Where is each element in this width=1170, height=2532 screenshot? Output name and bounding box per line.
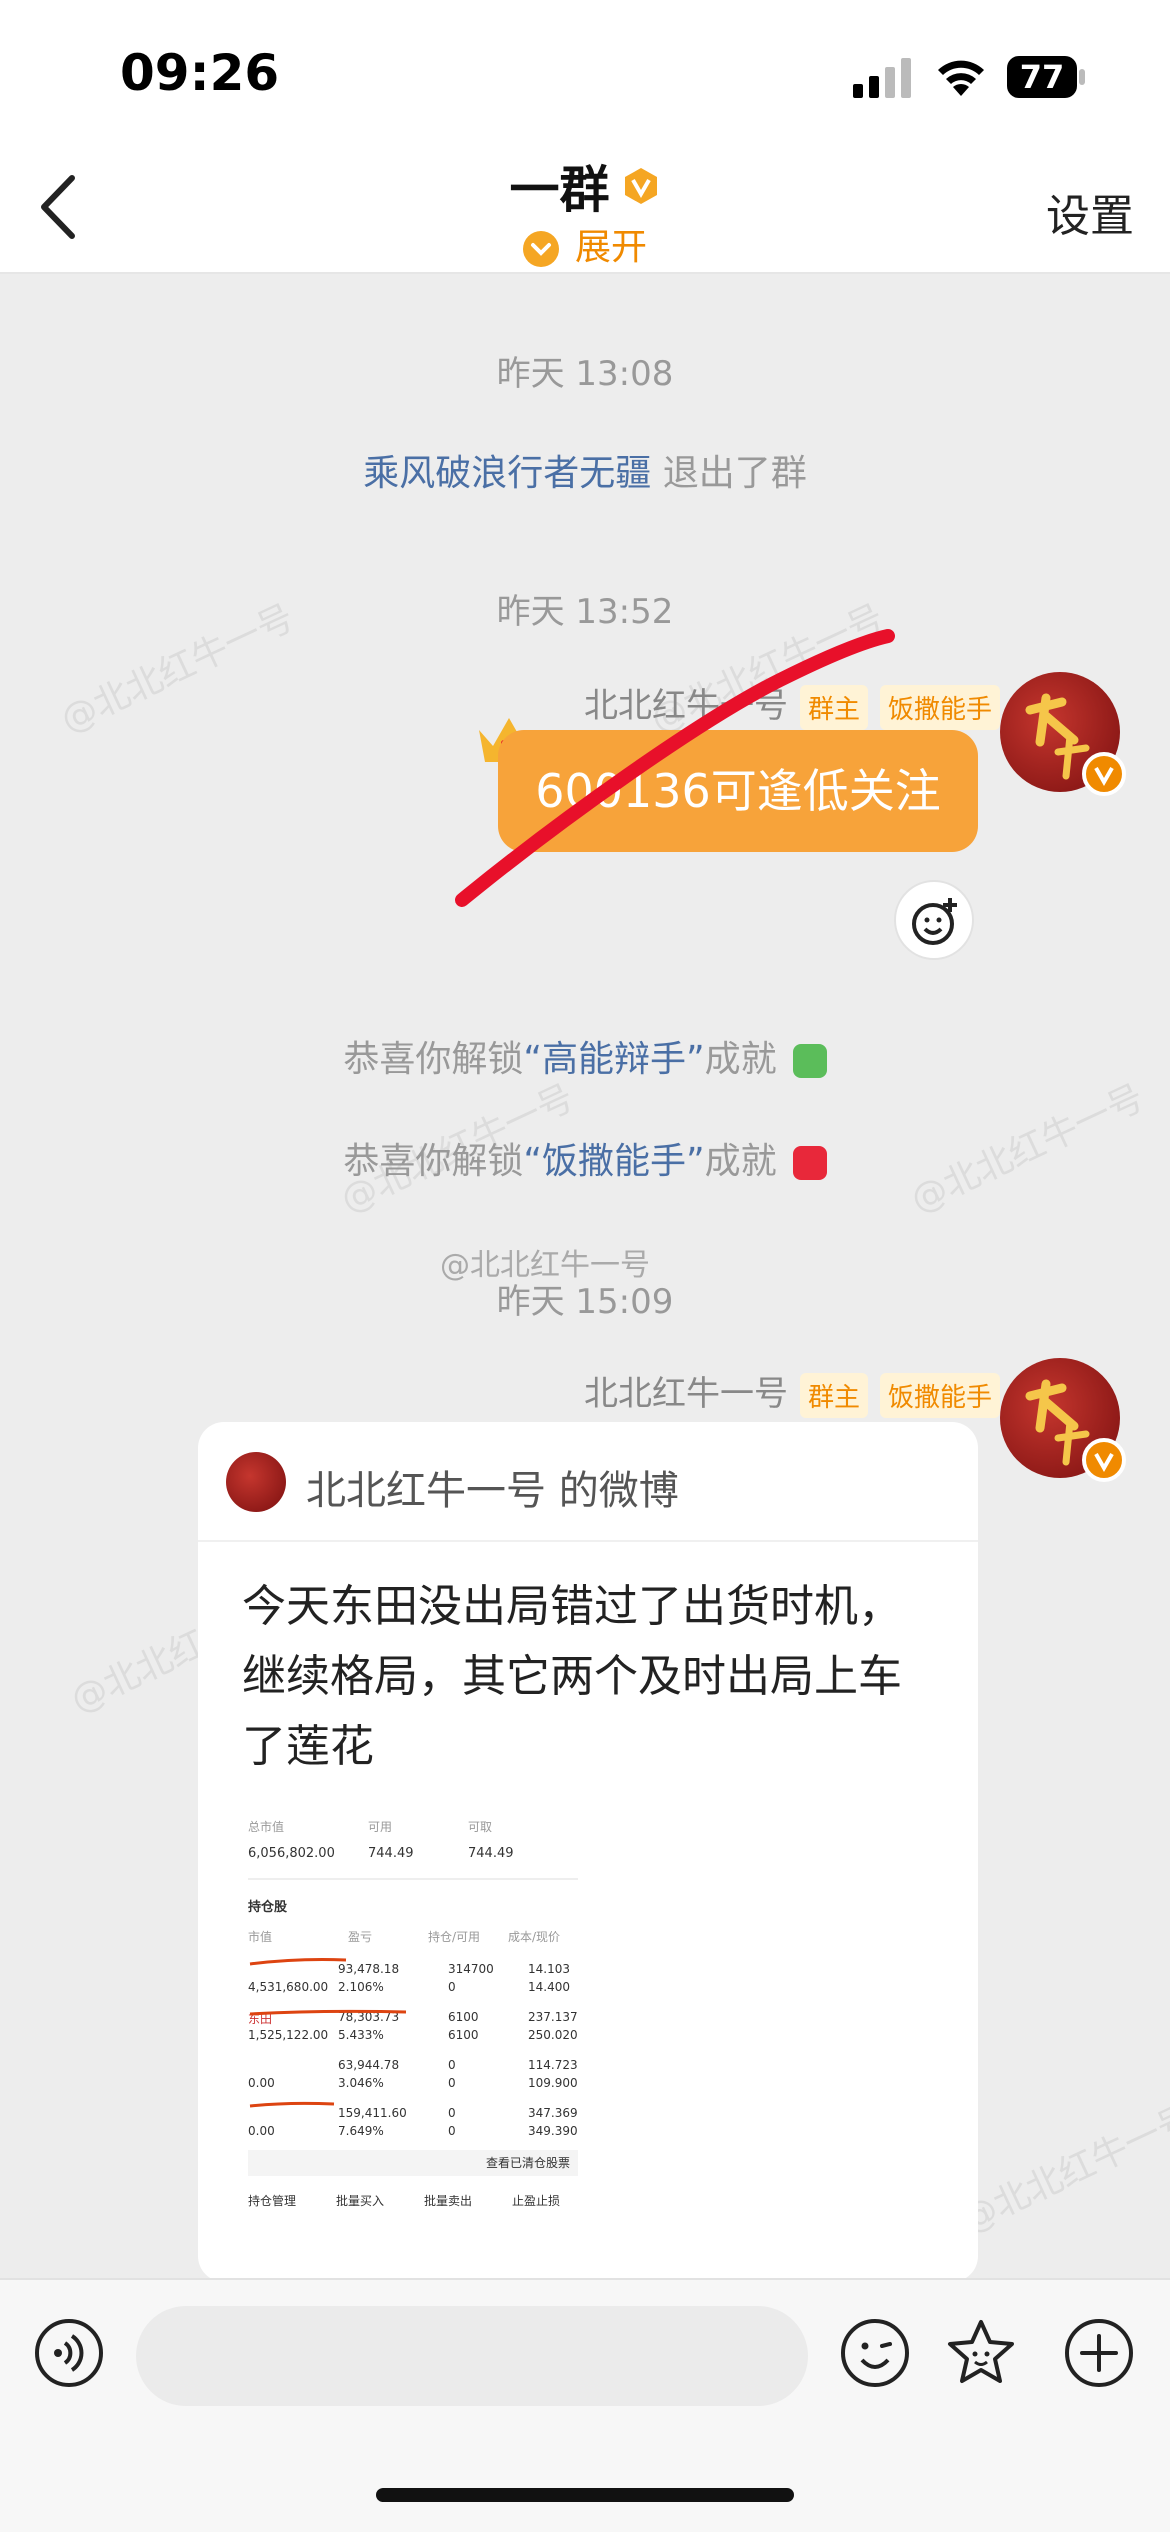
achievement-text: 恭喜你解锁 [343,1141,524,1182]
timestamp: 昨天 13:52 [496,592,674,632]
expand-label: 展开 [574,227,647,268]
clock: 09:26 [120,44,280,102]
chat-header: 一群 展开 设置 [0,140,1170,274]
cleared-link[interactable]: 查看已清仓股票 [248,2150,578,2176]
sticker-star-icon[interactable] [944,2316,1018,2390]
message-bubble[interactable]: 600136可逢低关注 [498,730,978,852]
achievement-name[interactable]: “高能辩手” [523,1039,704,1080]
cellular-signal-icon [853,58,911,98]
achievement-text: 成就 [704,1039,777,1080]
sender-line: 北北红牛一号 群主 饭撒能手 [584,678,1000,730]
title-block[interactable]: 一群 [0,150,1170,222]
timestamp: 昨天 15:09 [496,1282,674,1322]
action-button[interactable]: 止盈止损 [512,2192,560,2209]
timestamp: 昨天 13:08 [496,354,674,394]
verified-mark-icon [1082,1438,1126,1482]
weibo-share-card[interactable]: 北北红牛一号 的微博 今天东田没出局错过了出货时机，继续格局，其它两个及时出局上… [198,1422,978,2282]
achievement-text: 恭喜你解锁 [343,1039,524,1080]
achievement-name[interactable]: “饭撒能手” [523,1141,704,1182]
expand-button[interactable]: 展开 [0,218,1170,270]
battery-icon: 77 [1006,54,1086,100]
verified-mark-icon [1082,752,1126,796]
emoji-icon[interactable] [838,2316,912,2390]
owner-tag: 群主 [799,685,868,730]
sender-name[interactable]: 北北红牛一号 [584,1374,788,1414]
message-input[interactable] [136,2306,808,2406]
portfolio-screenshot[interactable]: 总市值 可用 可取 6,056,802.00 744.49 744.49 持仓股… [238,1800,588,2282]
battery-level: 77 [1019,58,1065,96]
smile-add-icon [912,898,957,945]
achievement-text: 成就 [704,1141,777,1182]
card-title: 北北红牛一号 的微博 [306,1468,679,1514]
settings-button[interactable]: 设置 [1046,180,1134,244]
verified-badge-icon [624,168,657,204]
achievement-message: 恭喜你解锁“饭撒能手”成就 [0,1132,1170,1184]
owner-tag: 群主 [799,1373,868,1418]
action-button[interactable]: 批量卖出 [424,2192,472,2209]
avatar[interactable] [1000,672,1126,796]
system-message-leave: 乘风破浪行者无疆 退出了群 [0,444,1170,496]
system-text: 退出了群 [651,453,807,494]
sender-name[interactable]: 北北红牛一号 [584,686,788,726]
card-avatar [226,1452,286,1512]
avatar[interactable] [1000,1358,1126,1482]
chevron-down-icon [522,231,559,267]
achievement-message: 恭喜你解锁“高能辩手”成就 [0,1030,1170,1082]
fan-tag: 饭撒能手 [879,685,1000,730]
sender-line: 北北红牛一号 群主 饭撒能手 [584,1366,1000,1418]
reaction-button[interactable] [894,880,974,960]
group-title: 一群 [509,161,610,219]
action-button[interactable]: 批量买入 [336,2192,384,2209]
card-header: 北北红牛一号 的微博 [198,1422,978,1542]
card-body-text: 今天东田没出局错过了出货时机，继续格局，其它两个及时出局上车了莲花 [242,1581,902,1772]
status-bar: 09:26 77 [0,0,1170,140]
voice-icon[interactable] [32,2316,106,2390]
wifi-icon [938,60,984,96]
plus-icon[interactable] [1062,2316,1136,2390]
achievement-badge-icon [792,1146,827,1180]
red-strike-icon [249,1958,407,2108]
fan-tag: 饭撒能手 [879,1373,1000,1418]
home-indicator[interactable] [376,2488,794,2502]
watermark: @北北红牛一号 [954,2097,1170,2242]
achievement-badge-icon [792,1044,827,1078]
user-link[interactable]: 乘风破浪行者无疆 [363,453,651,494]
action-button[interactable]: 持仓管理 [248,2192,296,2209]
